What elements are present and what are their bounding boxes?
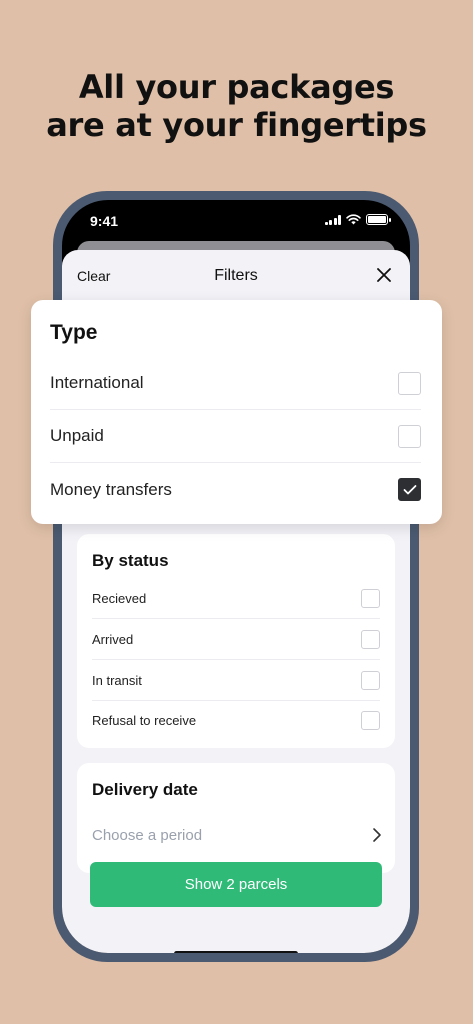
headline-line-2: are at your fingertips [46, 106, 427, 144]
status-option-label: Refusal to receive [92, 713, 197, 728]
sheet-title: Filters [214, 267, 258, 284]
checkbox[interactable] [361, 588, 380, 608]
delivery-date-card: Delivery date Choose a period [77, 763, 395, 873]
type-option-money-transfers[interactable]: Money transfers [50, 463, 421, 516]
battery-icon [366, 214, 391, 225]
status-option-label: Recieved [92, 590, 147, 606]
status-option-refusal-to-receive[interactable]: Refusal to receive [92, 700, 380, 741]
status-option-label: In transit [92, 672, 142, 688]
home-indicator [174, 951, 298, 953]
headline-line-1: All your packages [78, 68, 395, 106]
delivery-date-title: Delivery date [92, 780, 198, 799]
show-parcels-button[interactable]: Show 2 parcels [90, 862, 382, 907]
status-option-recieved[interactable]: Recieved [92, 578, 380, 619]
status-option-arrived[interactable]: Arrived [92, 619, 380, 660]
sheet-header: Clear Filters [62, 250, 410, 300]
chevron-right-icon [373, 828, 381, 842]
checkbox[interactable] [361, 711, 380, 730]
type-option-unpaid[interactable]: Unpaid [50, 410, 421, 463]
type-filter-card: Type International Unpaid Money transfer… [31, 300, 442, 524]
type-filter-title: Type [50, 321, 98, 344]
status-icons [324, 214, 391, 225]
type-option-label: Unpaid [50, 426, 104, 445]
checkbox-checked[interactable] [398, 478, 421, 501]
status-option-in-transit[interactable]: In transit [92, 660, 380, 701]
checkbox[interactable] [361, 629, 380, 649]
clear-button[interactable]: Clear [77, 268, 110, 284]
type-option-label: International [50, 373, 144, 392]
checkbox[interactable] [398, 424, 421, 448]
status-filter-title: By status [92, 551, 169, 570]
cellular-signal-icon [324, 214, 341, 225]
wifi-icon [346, 214, 361, 225]
type-option-international[interactable]: International [50, 357, 421, 410]
checkbox[interactable] [398, 371, 421, 395]
checkmark-icon [403, 484, 416, 494]
close-icon[interactable] [376, 267, 392, 283]
choose-period-row[interactable]: Choose a period [92, 823, 382, 847]
status-option-label: Arrived [92, 631, 134, 647]
promo-headline: All your packages are at your fingertips [0, 68, 473, 144]
choose-period-placeholder: Choose a period [92, 826, 203, 844]
status-time: 9:41 [90, 213, 119, 229]
type-option-label: Money transfers [50, 479, 172, 499]
checkbox[interactable] [361, 670, 380, 690]
status-filter-card: By status Recieved Arrived In transit Re… [77, 534, 395, 748]
